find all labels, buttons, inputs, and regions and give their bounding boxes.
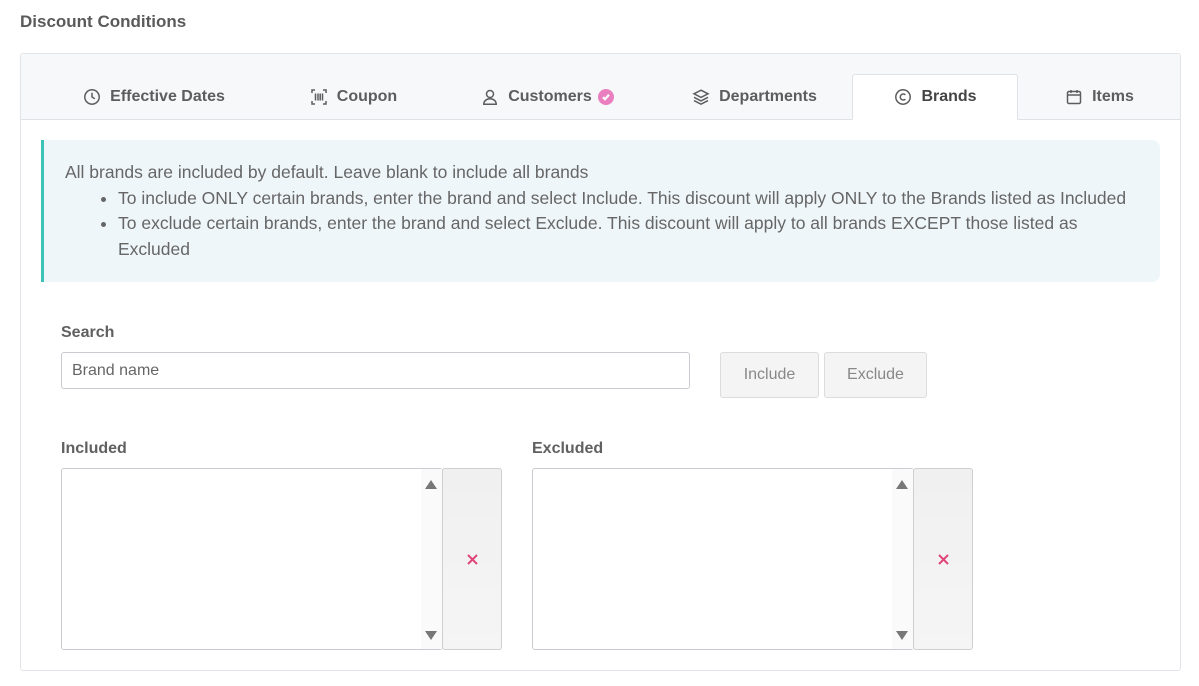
close-icon <box>937 553 949 565</box>
tab-label: Coupon <box>336 88 398 105</box>
tab-effective-dates[interactable]: Effective Dates <box>41 74 266 120</box>
tab-brands[interactable]: Brands <box>852 74 1018 120</box>
barcode-icon <box>309 87 329 107</box>
scroll-up-icon[interactable] <box>896 480 908 489</box>
copyright-icon <box>893 87 913 107</box>
include-button[interactable]: Include <box>720 352 819 398</box>
clear-included-button[interactable] <box>442 468 502 650</box>
discount-conditions-panel: Effective Dates Coupon Customers Departm… <box>20 53 1181 671</box>
brand-search-input[interactable] <box>61 352 690 389</box>
excluded-scrollbar[interactable] <box>892 469 913 649</box>
scroll-down-icon[interactable] <box>425 631 437 640</box>
excluded-label: Excluded <box>532 440 604 457</box>
check-badge-icon <box>597 89 614 105</box>
tab-label: Effective Dates <box>110 88 225 105</box>
close-icon <box>466 553 478 565</box>
search-label: Search <box>61 324 115 341</box>
tab-label: Departments <box>719 88 817 105</box>
exclude-button[interactable]: Exclude <box>824 352 927 398</box>
layers-icon <box>691 87 711 107</box>
scroll-down-icon[interactable] <box>896 631 908 640</box>
info-bullet: To include ONLY certain brands, enter th… <box>95 186 1140 212</box>
clock-icon <box>82 87 102 107</box>
included-label: Included <box>61 440 127 457</box>
tab-label: Customers <box>508 88 592 105</box>
info-intro: All brands are included by default. Leav… <box>65 162 589 182</box>
tab-label: Brands <box>921 88 977 105</box>
tab-items[interactable]: Items <box>1018 74 1180 120</box>
tab-bar: Effective Dates Coupon Customers Departm… <box>21 54 1180 120</box>
info-callout: All brands are included by default. Leav… <box>41 140 1160 282</box>
calendar-icon <box>1064 87 1084 107</box>
included-scrollbar[interactable] <box>421 469 442 649</box>
info-bullets: To include ONLY certain brands, enter th… <box>65 186 1140 263</box>
tab-label: Items <box>1092 88 1134 105</box>
user-icon <box>480 87 500 107</box>
page-title: Discount Conditions <box>20 12 187 31</box>
clear-excluded-button[interactable] <box>913 468 973 650</box>
scroll-up-icon[interactable] <box>425 480 437 489</box>
tab-coupon[interactable]: Coupon <box>267 74 439 120</box>
tab-departments[interactable]: Departments <box>655 74 853 120</box>
info-bullet: To exclude certain brands, enter the bra… <box>95 211 1140 262</box>
included-list[interactable] <box>61 468 443 650</box>
tab-customers[interactable]: Customers <box>439 74 655 120</box>
excluded-list[interactable] <box>532 468 914 650</box>
